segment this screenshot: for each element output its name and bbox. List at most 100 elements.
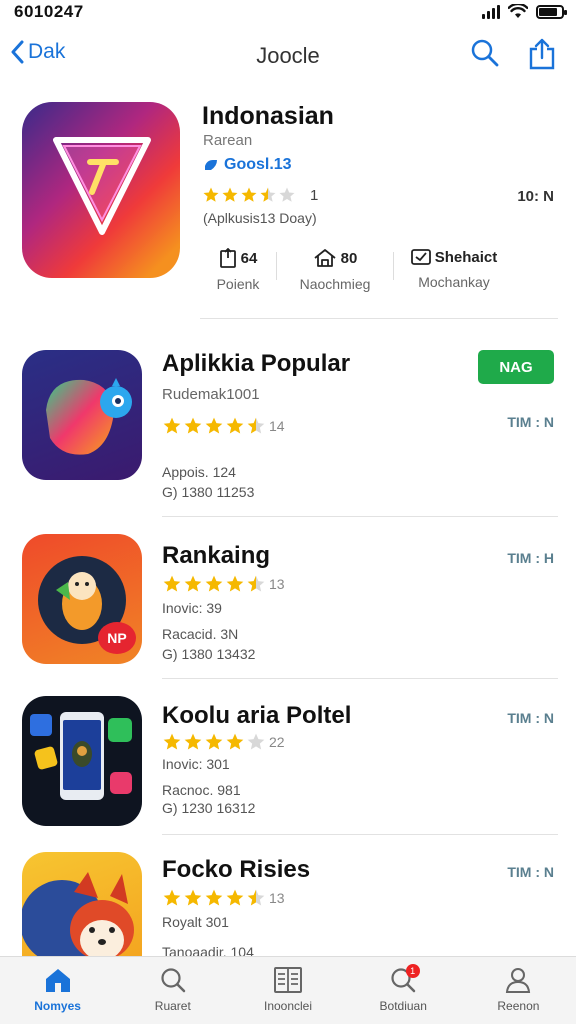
stat-label: Mochankay: [418, 274, 490, 290]
rating-count: 1: [310, 186, 319, 204]
app-meta-1: Racacid. 3N: [162, 626, 239, 642]
clipboard-icon: [219, 248, 236, 268]
featured-app[interactable]: Indonasian Rarean Goosl.13 1 10: N (Aplk…: [0, 100, 576, 318]
featured-note: (Aplkusis13 Doay): [203, 210, 317, 226]
list-item[interactable]: Koolu aria Poltel 22 Inovic: 301 Racnoc.…: [0, 696, 576, 836]
list-icon: [274, 967, 302, 993]
get-button[interactable]: NAG: [478, 350, 554, 384]
list-item[interactable]: Focko Risies 13 Royalt 301 Tanoaadir. 10…: [0, 852, 576, 956]
tab-home[interactable]: Nomyes: [0, 957, 115, 1024]
list-item[interactable]: NP Rankaing 13 Inovic: 39 Racacid. 3N G)…: [0, 534, 576, 674]
star-icon: [226, 733, 244, 750]
star-rating: [162, 574, 266, 594]
star-icon: [205, 733, 223, 750]
app-subtitle: Inovic: 301: [162, 756, 230, 772]
featured-app-icon[interactable]: [22, 102, 180, 278]
app-rating: 22: [162, 732, 285, 752]
app-name: Rankaing: [162, 542, 271, 569]
app-size: TIM : N: [507, 414, 554, 430]
app-icon[interactable]: NP: [22, 534, 142, 664]
star-icon: [247, 575, 265, 592]
status-time: 6010247: [14, 2, 84, 21]
star-icon: [222, 187, 238, 202]
search-icon[interactable]: [470, 38, 500, 68]
app-icon[interactable]: [22, 696, 142, 826]
search-icon: [161, 968, 186, 993]
star-rating: [162, 732, 266, 752]
rating-count: 13: [269, 890, 285, 906]
featured-app-badge: Goosl.13: [203, 156, 292, 174]
status-icons: [482, 4, 567, 19]
tab-label: Reenon: [497, 999, 540, 1013]
star-icon: [184, 733, 202, 750]
app-subtitle: Rudemak1001: [162, 386, 260, 403]
rating-count: 22: [269, 734, 285, 750]
app-name: Aplikkia Popular: [162, 350, 351, 377]
star-icon: [260, 187, 276, 202]
app-meta-1: Appois. 124: [162, 464, 236, 480]
icon-badge: NP: [98, 622, 136, 654]
home-icon: [45, 969, 70, 992]
tab-list[interactable]: Inoonclei: [230, 957, 345, 1024]
featured-badge-label: Goosl.13: [224, 156, 292, 173]
rating-count: 14: [269, 418, 285, 434]
house-icon: [314, 249, 336, 267]
share-icon[interactable]: [528, 38, 556, 70]
app-meta-2: G) 1380 11253: [162, 484, 255, 500]
app-meta-1: Tanoaadir. 104: [162, 944, 254, 956]
signal-icon: [482, 4, 500, 19]
star-rating: [202, 186, 296, 204]
tab-updates[interactable]: 1 Botdiuan: [346, 957, 461, 1024]
star-icon: [247, 733, 265, 750]
list-item[interactable]: Aplikkia Popular Rudemak1001 14 Appois. …: [0, 350, 576, 510]
stat-value: Shehaict: [434, 248, 498, 266]
app-meta-1: Racnoc. 981: [162, 782, 241, 798]
star-icon: [279, 187, 295, 202]
star-icon: [241, 187, 257, 202]
tab-label: Botdiuan: [379, 999, 427, 1013]
star-icon: [163, 417, 181, 434]
app-icon[interactable]: [22, 852, 142, 956]
app-rating: 13: [162, 888, 285, 908]
tab-bar: Nomyes Ruaret Inoonclei 1 Botdiuan Reeno…: [0, 956, 576, 1024]
tab-label: Inoonclei: [263, 999, 313, 1013]
star-icon: [247, 417, 265, 434]
tab-profile[interactable]: Reenon: [461, 957, 576, 1024]
verified-icon: [205, 160, 217, 170]
tab-label: Nomyes: [34, 999, 81, 1013]
app-rating: 14: [162, 416, 285, 436]
featured-app-subtitle: Rarean: [203, 132, 253, 149]
stat-value: 80: [340, 249, 358, 267]
app-subtitle: Inovic: 39: [162, 600, 222, 616]
stat-item: 64 Poienk: [200, 248, 276, 298]
star-icon: [226, 889, 244, 906]
check-square-icon: [410, 249, 431, 265]
stat-label: Naochmieg: [299, 276, 371, 292]
featured-right-value: 10: N: [517, 188, 554, 205]
featured-app-name: Indonasian: [202, 102, 334, 130]
tab-search[interactable]: Ruaret: [115, 957, 230, 1024]
app-meta-2: G) 1230 16312: [162, 800, 256, 816]
app-name: Koolu aria Poltel: [162, 702, 352, 729]
star-icon: [203, 187, 219, 202]
app-subtitle: Royalt 301: [162, 914, 229, 930]
battery-icon: [536, 4, 567, 19]
star-icon: [226, 417, 244, 434]
star-icon: [205, 889, 223, 906]
app-size: TIM : N: [507, 710, 554, 726]
star-rating: [162, 888, 266, 908]
person-icon: [506, 968, 531, 993]
app-size: TIM : N: [507, 864, 554, 880]
star-icon: [205, 417, 223, 434]
stat-value: 64: [240, 249, 258, 267]
star-icon: [226, 575, 244, 592]
stat-item: 80 Naochmieg: [277, 248, 393, 298]
app-icon[interactable]: [22, 350, 142, 480]
status-bar: 6010247: [0, 0, 576, 26]
star-icon: [163, 889, 181, 906]
wifi-icon: [508, 4, 528, 18]
star-rating: [162, 416, 266, 436]
tab-label: Ruaret: [154, 999, 191, 1013]
star-icon: [184, 417, 202, 434]
featured-rating: 1: [202, 186, 318, 204]
